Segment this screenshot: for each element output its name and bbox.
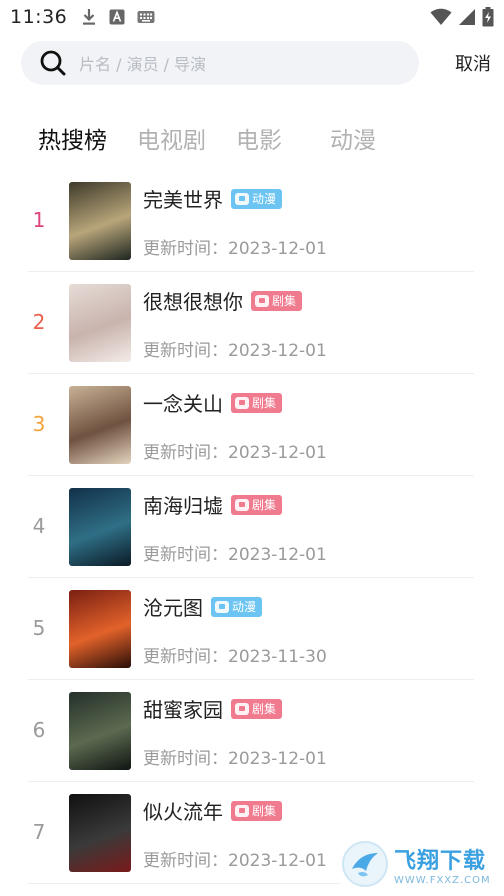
update-time: 更新时间：2023-12-01	[143, 443, 327, 463]
show-title: 很想很想你	[143, 290, 243, 314]
title-line: 很想很想你 剧集	[143, 286, 303, 315]
category-badge-label: 动漫	[232, 600, 257, 614]
list-item[interactable]: 6 甜蜜家园 剧集 更新时间：2023-12-01	[28, 680, 474, 782]
anime-badge-icon	[215, 600, 229, 613]
keyboard-icon	[137, 10, 155, 24]
rank-number: 4	[32, 514, 46, 538]
search-input[interactable]: 片名 / 演员 / 导演	[21, 41, 419, 85]
title-line: 似火流年 剧集	[143, 796, 283, 825]
tab-anime[interactable]: 动漫	[330, 121, 376, 155]
poster-thumbnail[interactable]	[69, 182, 131, 260]
show-title: 似火流年	[143, 800, 223, 824]
show-title: 完美世界	[143, 188, 223, 212]
title-line: 一念关山 剧集	[143, 388, 283, 417]
watermark-logo-icon	[342, 841, 388, 887]
drama-badge-icon	[235, 396, 249, 409]
watermark: 飞翔下载 WWW.FXXZ.COM	[340, 836, 498, 892]
update-time: 更新时间：2023-11-30	[143, 647, 327, 667]
category-badge: 剧集	[231, 494, 283, 515]
list-item[interactable]: 5 沧元图 动漫 更新时间：2023-11-30	[28, 578, 474, 680]
title-line: 南海归墟 剧集	[143, 490, 283, 519]
drama-badge-icon	[235, 498, 249, 511]
status-icons-right	[430, 7, 494, 27]
search-row: 片名 / 演员 / 导演 取消	[21, 41, 491, 85]
download-icon	[81, 8, 97, 26]
search-placeholder: 片名 / 演员 / 导演	[79, 55, 207, 74]
update-time: 更新时间：2023-12-01	[143, 851, 327, 871]
rank-number: 3	[32, 412, 46, 436]
poster-thumbnail[interactable]	[69, 794, 131, 872]
anime-badge-icon	[235, 192, 249, 205]
category-badge-label: 剧集	[252, 804, 277, 818]
list-item[interactable]: 4 南海归墟 剧集 更新时间：2023-12-01	[28, 476, 474, 578]
status-bar: 11:36	[0, 0, 504, 34]
show-title: 沧元图	[143, 596, 203, 620]
poster-thumbnail[interactable]	[69, 284, 131, 362]
battery-charging-icon	[482, 7, 494, 27]
category-badge: 剧集	[231, 698, 283, 719]
drama-badge-icon	[255, 294, 269, 307]
rank-number: 2	[32, 310, 46, 334]
category-badge: 剧集	[231, 800, 283, 821]
category-tabs: 热搜榜 电视剧 电影 动漫	[38, 118, 406, 158]
watermark-url: WWW.FXXZ.COM	[394, 874, 491, 886]
drama-badge-icon	[235, 702, 249, 715]
list-item[interactable]: 2 很想很想你 剧集 更新时间：2023-12-01	[28, 272, 474, 374]
rank-number: 1	[32, 208, 46, 232]
show-title: 南海归墟	[143, 494, 223, 518]
rank-number: 5	[32, 616, 46, 640]
tab-movies[interactable]: 电影	[236, 121, 282, 155]
category-badge-label: 剧集	[252, 702, 277, 716]
show-title: 甜蜜家园	[143, 698, 223, 722]
poster-thumbnail[interactable]	[69, 692, 131, 770]
category-badge-label: 剧集	[252, 498, 277, 512]
list-item[interactable]: 1 完美世界 动漫 更新时间：2023-12-01	[28, 170, 474, 272]
category-badge-label: 剧集	[272, 294, 297, 308]
poster-thumbnail[interactable]	[69, 488, 131, 566]
wifi-icon	[430, 8, 452, 26]
update-time: 更新时间：2023-12-01	[143, 749, 327, 769]
poster-thumbnail[interactable]	[69, 386, 131, 464]
update-time: 更新时间：2023-12-01	[143, 239, 327, 259]
status-time: 11:36	[10, 6, 68, 28]
tab-tv-series[interactable]: 电视剧	[137, 121, 206, 155]
cancel-button[interactable]: 取消	[455, 50, 491, 76]
category-badge: 动漫	[211, 596, 263, 617]
watermark-text: 飞翔下载 WWW.FXXZ.COM	[394, 843, 491, 886]
list-item[interactable]: 3 一念关山 剧集 更新时间：2023-12-01	[28, 374, 474, 476]
category-badge-label: 剧集	[252, 396, 277, 410]
a-box-icon	[109, 9, 125, 25]
search-icon	[39, 49, 67, 77]
category-badge: 动漫	[231, 188, 283, 209]
update-time: 更新时间：2023-12-01	[143, 545, 327, 565]
category-badge: 剧集	[251, 290, 303, 311]
title-line: 沧元图 动漫	[143, 592, 263, 621]
ranking-list: 1 完美世界 动漫 更新时间：2023-12-01 2 很想很想你 剧集 更新时…	[28, 170, 474, 884]
title-line: 完美世界 动漫	[143, 184, 283, 213]
title-line: 甜蜜家园 剧集	[143, 694, 283, 723]
tab-hot-search[interactable]: 热搜榜	[38, 121, 107, 155]
watermark-title: 飞翔下载	[394, 848, 487, 874]
show-title: 一念关山	[143, 392, 223, 416]
rank-number: 7	[32, 820, 46, 844]
status-icons-left	[81, 8, 155, 26]
category-badge: 剧集	[231, 392, 283, 413]
rank-number: 6	[32, 718, 46, 742]
signal-icon	[458, 8, 476, 26]
poster-thumbnail[interactable]	[69, 590, 131, 668]
update-time: 更新时间：2023-12-01	[143, 341, 327, 361]
drama-badge-icon	[235, 804, 249, 817]
category-badge-label: 动漫	[252, 192, 277, 206]
